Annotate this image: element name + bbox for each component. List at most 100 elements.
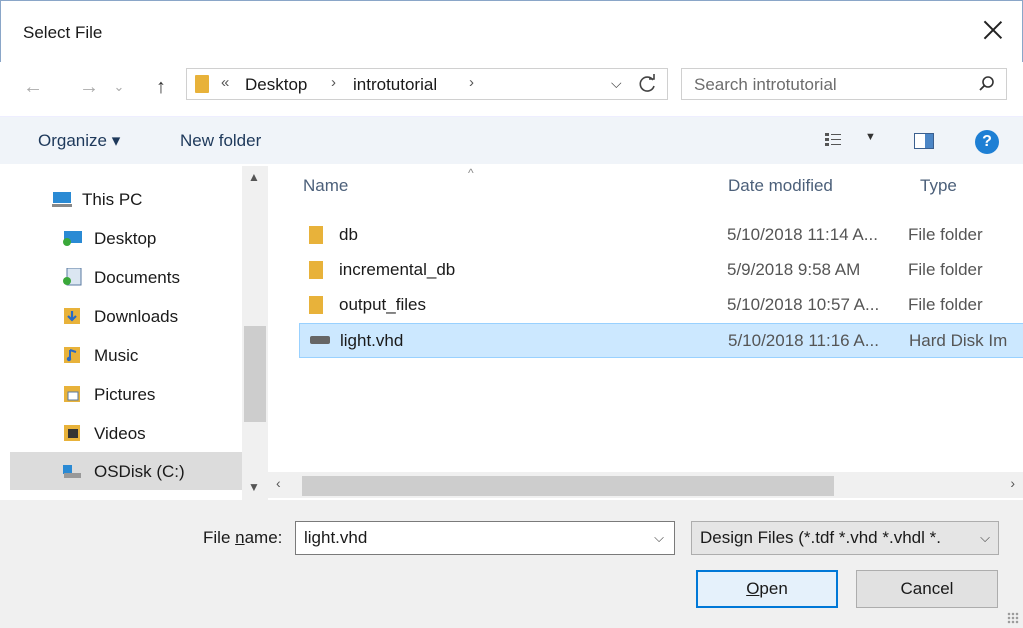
file-row[interactable]: db 5/10/2018 11:14 A... File folder — [299, 218, 1023, 253]
sidebar-item-label: Music — [94, 346, 139, 365]
file-name: incremental_db — [339, 260, 456, 279]
file-name-label-end: ame: — [244, 528, 283, 547]
file-list: Name ^ Date modified Type db 5/10/2018 1… — [268, 166, 1023, 472]
file-name-field[interactable]: light.vhd ⌵ — [295, 521, 675, 555]
sidebar-item-this-pc[interactable]: This PC — [10, 180, 242, 218]
search-icon[interactable] — [978, 75, 996, 93]
sidebar-item-label: Documents — [94, 268, 180, 287]
sidebar-item-music[interactable]: Music — [10, 336, 242, 374]
up-icon[interactable]: ↑ — [150, 76, 172, 98]
column-header-date-modified[interactable]: Date modified — [728, 176, 833, 196]
navigation-pane: This PC Desktop Documents Downloads Musi… — [0, 166, 242, 500]
preview-pane-icon[interactable] — [914, 133, 934, 149]
sidebar-item-documents[interactable]: Documents — [10, 258, 242, 296]
back-icon[interactable]: ← — [22, 76, 44, 98]
file-type: File folder — [908, 260, 983, 279]
open-accelerator: O — [746, 579, 760, 598]
file-name-label-accelerator: n — [235, 528, 245, 547]
sidebar-item-desktop[interactable]: Desktop — [10, 219, 242, 257]
file-type: File folder — [908, 295, 983, 314]
folder-icon — [195, 75, 209, 93]
file-date: 5/10/2018 11:16 A... — [728, 331, 879, 350]
downloads-icon — [64, 308, 80, 324]
overflow-chevron[interactable]: « — [221, 74, 229, 91]
breadcrumb-desktop[interactable]: Desktop — [245, 75, 307, 95]
file-type-filter[interactable]: Design Files (*.tdf *.vhd *.vhdl *. ⌵ — [691, 521, 999, 555]
scroll-right-icon[interactable]: › — [1010, 475, 1015, 491]
forward-icon[interactable]: → — [78, 76, 100, 98]
view-options-icon[interactable] — [825, 133, 841, 147]
open-button[interactable]: Open — [696, 570, 838, 608]
file-name-label: File name: — [203, 528, 282, 548]
scrollbar-thumb[interactable] — [244, 326, 266, 422]
videos-icon — [64, 425, 80, 441]
disk-icon — [63, 465, 81, 478]
window-title: Select File — [23, 23, 103, 42]
cancel-button[interactable]: Cancel — [856, 570, 998, 608]
file-date: 5/9/2018 9:58 AM — [727, 260, 861, 279]
file-name-value: light.vhd — [304, 528, 368, 547]
organize-button[interactable]: Organize ▾ — [38, 131, 120, 151]
file-name: output_files — [339, 295, 426, 314]
scrollbar-thumb[interactable] — [302, 476, 834, 496]
file-type: File folder — [908, 225, 983, 244]
sidebar-item-videos[interactable]: Videos — [10, 414, 242, 452]
sidebar-item-label: Downloads — [94, 307, 179, 326]
chevron-down-icon[interactable]: ⌵ — [654, 530, 664, 546]
dialog-footer: File name: light.vhd ⌵ Design Files (*.t… — [0, 500, 1023, 628]
scroll-down-icon[interactable]: ▼ — [248, 480, 260, 494]
column-header-name[interactable]: Name — [303, 176, 348, 196]
chevron-down-icon[interactable]: ⌵ — [976, 530, 990, 546]
column-header-type[interactable]: Type — [920, 176, 957, 196]
title-bar: Select File — [0, 0, 1023, 62]
search-placeholder: Search introtutorial — [694, 75, 837, 94]
recent-locations-icon[interactable]: ⌄ — [108, 76, 130, 98]
documents-icon — [63, 268, 82, 286]
resize-grip-icon[interactable] — [1007, 612, 1019, 624]
sidebar-item-label: Pictures — [94, 385, 156, 404]
navigation-scrollbar[interactable]: ▲ ▼ — [242, 166, 268, 500]
refresh-icon[interactable] — [637, 73, 659, 95]
file-type: Hard Disk Im — [909, 331, 1008, 350]
file-row[interactable]: output_files 5/10/2018 10:57 A... File f… — [299, 288, 1023, 323]
music-icon — [64, 347, 80, 363]
sidebar-item-label: Videos — [94, 424, 146, 443]
file-row-selected[interactable]: light.vhd 5/10/2018 11:16 A... Hard Disk… — [299, 323, 1023, 358]
sidebar-item-label: OSDisk (C:) — [94, 462, 185, 481]
sidebar-item-downloads[interactable]: Downloads — [10, 297, 242, 335]
help-icon[interactable]: ? — [975, 130, 999, 154]
pc-icon — [52, 192, 72, 207]
close-icon[interactable] — [980, 17, 1006, 43]
address-bar[interactable]: « Desktop › introtutorial › ⌵ — [186, 68, 668, 100]
file-type-filter-value: Design Files (*.tdf *.vhd *.vhdl *. — [700, 528, 941, 547]
file-date: 5/10/2018 11:14 A... — [727, 225, 878, 244]
file-name: db — [339, 225, 358, 244]
folder-icon — [309, 261, 323, 279]
breadcrumb-separator[interactable]: › — [469, 74, 474, 91]
file-name: light.vhd — [340, 331, 404, 350]
sidebar-item-label: This PC — [82, 190, 143, 209]
open-label: pen — [759, 579, 788, 598]
view-dropdown-icon[interactable]: ▼ — [865, 131, 876, 143]
file-date: 5/10/2018 10:57 A... — [727, 295, 880, 314]
folder-icon — [309, 296, 323, 314]
file-row[interactable]: incremental_db 5/9/2018 9:58 AM File fol… — [299, 253, 1023, 288]
scroll-left-icon[interactable]: ‹ — [276, 475, 281, 491]
breadcrumb-separator[interactable]: › — [331, 74, 336, 91]
hard-disk-image-icon — [310, 336, 330, 344]
new-folder-button[interactable]: New folder — [180, 131, 261, 151]
sort-ascending-icon: ^ — [468, 166, 474, 180]
breadcrumb-introtutorial[interactable]: introtutorial — [353, 75, 437, 95]
sidebar-item-pictures[interactable]: Pictures — [10, 375, 242, 413]
desktop-icon — [63, 231, 82, 246]
scroll-up-icon[interactable]: ▲ — [248, 170, 260, 184]
search-input[interactable]: Search introtutorial — [681, 68, 1007, 100]
file-name-label-start: File — [203, 528, 236, 547]
pictures-icon — [64, 386, 80, 402]
toolbar: Organize ▾ New folder ▼ ? — [0, 116, 1023, 164]
sidebar-item-osdisk[interactable]: OSDisk (C:) — [10, 452, 242, 490]
chevron-down-icon[interactable]: ⌵ — [611, 75, 622, 92]
sidebar-item-label: Desktop — [94, 229, 157, 248]
file-list-scrollbar[interactable]: ‹ › — [268, 472, 1023, 498]
folder-icon — [309, 226, 323, 244]
